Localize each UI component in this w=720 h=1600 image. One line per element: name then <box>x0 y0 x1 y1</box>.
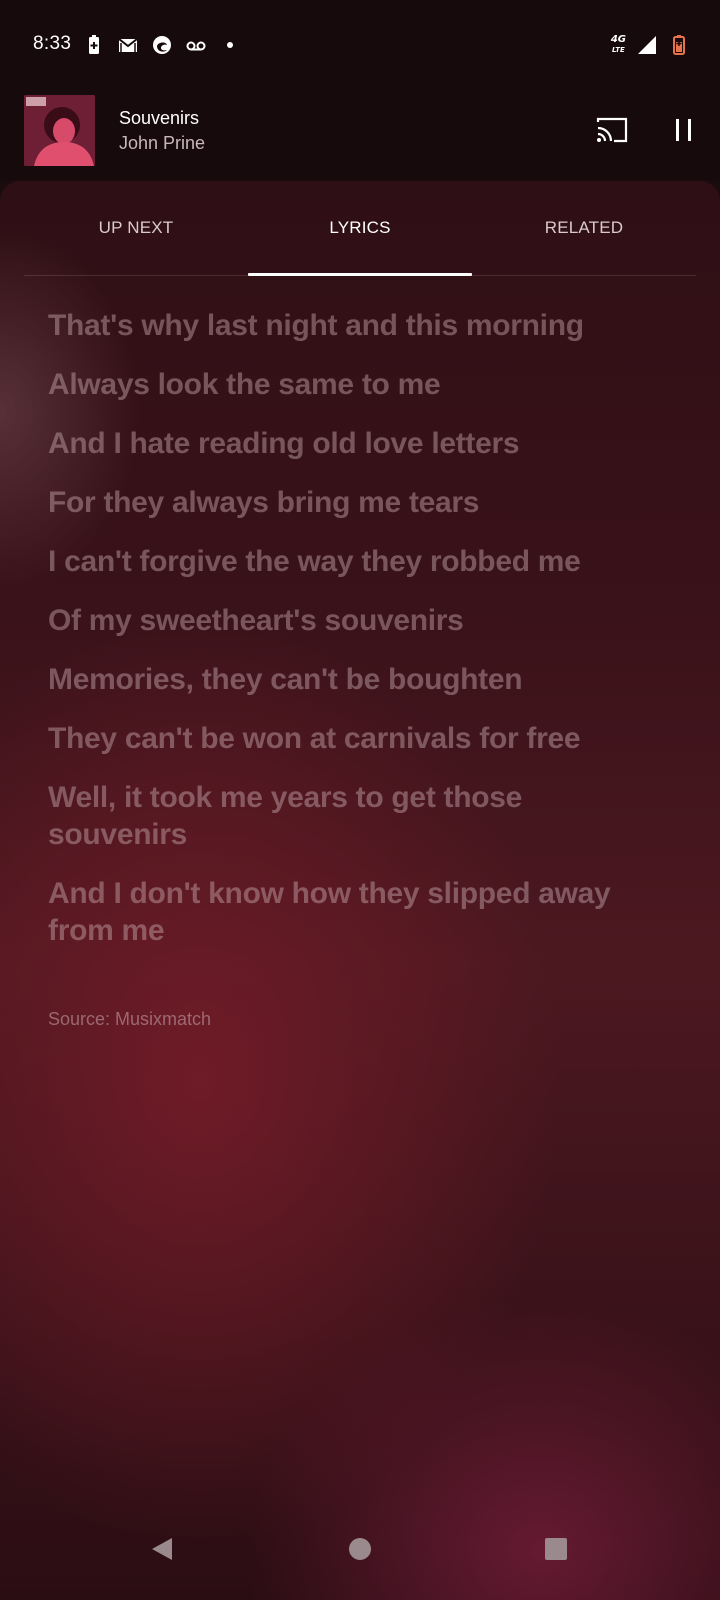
status-time: 8:33 <box>33 33 72 54</box>
song-title[interactable]: Souvenirs <box>119 108 199 129</box>
lyric-line: Memories, they can't be boughten <box>48 663 523 696</box>
navigation-bar <box>0 1520 720 1600</box>
cast-icon <box>596 117 628 143</box>
lyric-line: They can't be won at carnivals for free <box>48 722 581 755</box>
tab-up-next[interactable]: UP NEXT <box>24 181 248 275</box>
status-icons-left <box>83 34 241 56</box>
lyrics-source: Source: Musixmatch <box>48 1009 212 1029</box>
cast-button[interactable] <box>596 116 628 144</box>
back-icon[interactable] <box>150 1536 174 1562</box>
status-icons-right: 4G LTE <box>611 34 690 56</box>
lyric-line: Always look the same to me <box>48 368 441 401</box>
pause-button[interactable] <box>670 117 698 143</box>
album-art[interactable] <box>24 95 95 166</box>
edge-browser-icon <box>151 34 173 56</box>
lyric-line: For they always bring me tears <box>48 486 480 519</box>
notification-dot-icon <box>219 34 241 56</box>
pause-icon <box>676 119 691 141</box>
lyric-line: Of my sweetheart's souvenirs <box>48 604 464 637</box>
song-artist[interactable]: John Prine <box>119 133 205 154</box>
tab-related[interactable]: RELATED <box>472 181 696 275</box>
battery-charging-icon <box>668 34 690 56</box>
lyric-line: That's why last night and this morning <box>48 309 584 342</box>
status-bar: 8:33 4G LTE <box>0 0 720 90</box>
signal-icon <box>636 34 658 56</box>
tab-lyrics[interactable]: LYRICS <box>248 181 472 276</box>
recents-icon[interactable] <box>545 1538 567 1560</box>
player-panel: UP NEXT LYRICS RELATED That's why last n… <box>0 181 720 1600</box>
lyric-line: I can't forgive the way they robbed me <box>48 545 581 578</box>
lyric-line: Well, it took me years to get those souv… <box>48 781 523 851</box>
home-icon[interactable] <box>349 1538 371 1560</box>
network-sub-label: LTE <box>611 46 625 54</box>
network-type-label: 4G LTE <box>611 35 626 55</box>
lyric-line: And I don't know how they slipped away f… <box>48 877 611 947</box>
mini-player[interactable]: Souvenirs John Prine <box>0 90 720 180</box>
lyric-line: And I hate reading old love letters <box>48 427 520 460</box>
network-label: 4G <box>610 34 626 45</box>
gmail-icon <box>117 34 139 56</box>
tab-bar: UP NEXT LYRICS RELATED <box>24 181 696 276</box>
lyrics-list: That's why last night and this morning A… <box>48 307 668 971</box>
battery-saver-icon <box>83 34 105 56</box>
voicemail-icon <box>185 34 207 56</box>
